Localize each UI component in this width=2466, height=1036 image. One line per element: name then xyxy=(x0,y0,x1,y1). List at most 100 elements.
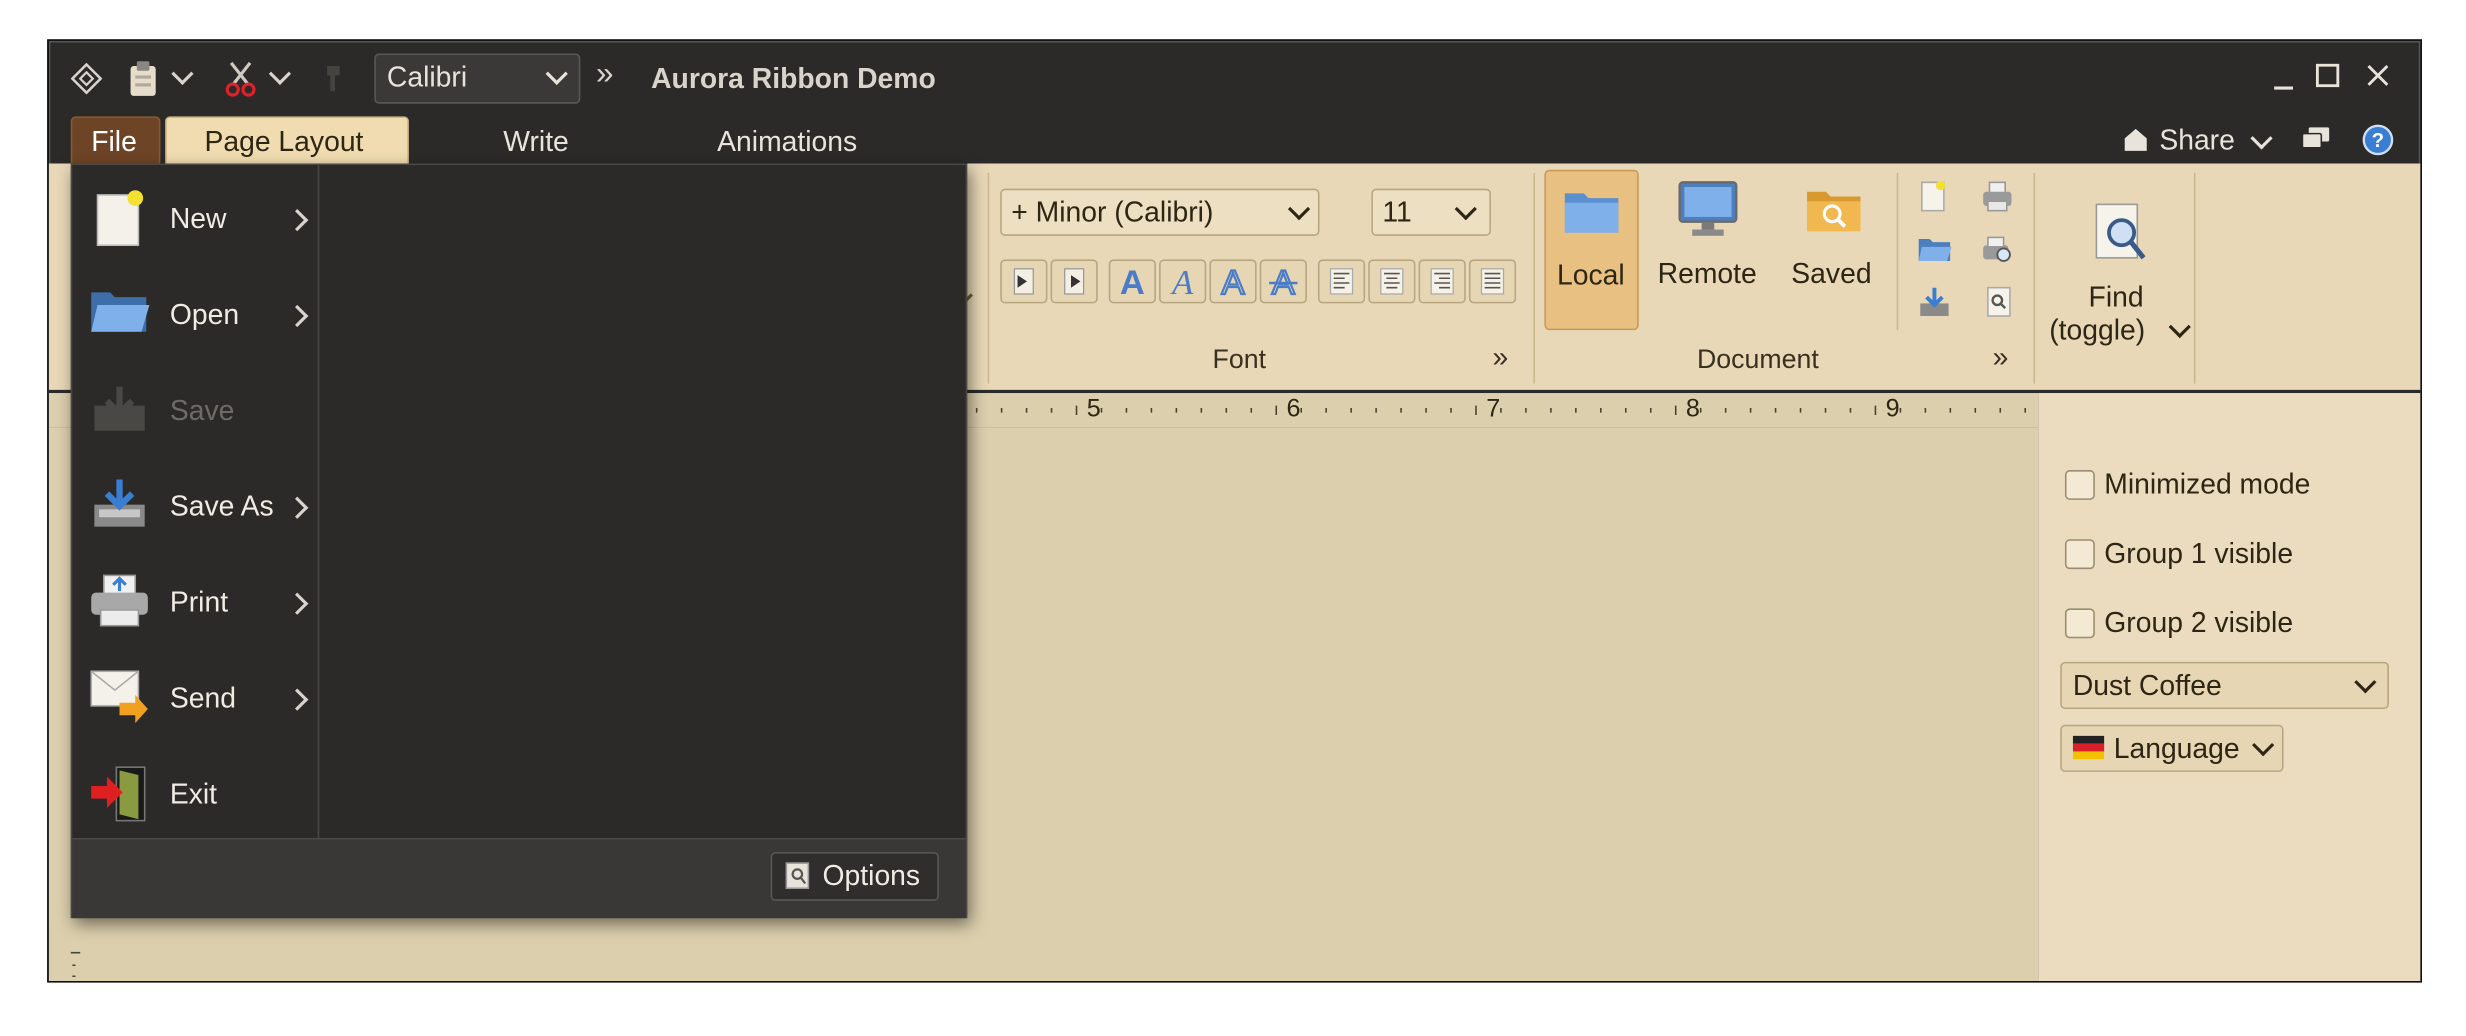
indent-right-button[interactable] xyxy=(1050,259,1098,304)
language-select-label: Language xyxy=(2113,732,2240,765)
saved-button[interactable]: Saved xyxy=(1779,170,1889,327)
minimized-mode-checkbox[interactable] xyxy=(2064,470,2095,500)
find-toggle-button[interactable]: Find (toggle) xyxy=(2043,195,2197,358)
cut-icon[interactable] xyxy=(225,60,256,98)
align-center-icon xyxy=(1380,268,1404,295)
exit-door-icon xyxy=(91,766,146,822)
tab-write[interactable]: Write xyxy=(503,126,569,159)
menu-item-open[interactable]: Open xyxy=(72,266,317,362)
menu-item-new-label: New xyxy=(169,202,227,235)
group-separator xyxy=(1896,172,1899,331)
document-group-launcher[interactable]: » xyxy=(1993,341,2009,374)
chevron-down-icon xyxy=(1287,197,1311,221)
find-page-icon[interactable] xyxy=(1983,285,2014,320)
group1-visible-checkbox[interactable] xyxy=(2064,539,2095,570)
align-left-button[interactable] xyxy=(1317,259,1366,304)
monitor-icon xyxy=(1678,181,1738,236)
svg-text:A: A xyxy=(1120,264,1145,302)
app-menu-icon[interactable] xyxy=(70,62,103,95)
group2-visible-checkbox[interactable] xyxy=(2064,608,2095,639)
options-button[interactable]: Options xyxy=(770,852,939,901)
font-combo[interactable]: Calibri xyxy=(374,53,581,104)
saved-label: Saved xyxy=(1791,257,1872,290)
folder-icon xyxy=(1564,193,1619,233)
menu-item-save-as[interactable]: Save As xyxy=(72,457,317,553)
font-family-combo[interactable]: + Minor (Calibri) xyxy=(1000,188,1320,236)
text-style-button-3[interactable]: A xyxy=(1209,259,1257,304)
local-button[interactable]: Local xyxy=(1544,169,1639,331)
text-style-button-1[interactable]: A xyxy=(1108,259,1156,304)
window-title: Aurora Ribbon Demo xyxy=(651,62,936,95)
printer-icon xyxy=(91,574,148,627)
chevron-right-icon xyxy=(286,304,309,328)
local-label: Local xyxy=(1556,259,1625,291)
find-label-line1: Find xyxy=(2088,281,2144,313)
save-download-icon[interactable] xyxy=(1917,285,1952,320)
minimize-button[interactable] xyxy=(2271,60,2296,95)
align-right-button[interactable] xyxy=(1418,259,1466,304)
chevron-right-icon xyxy=(286,688,309,711)
justify-button[interactable] xyxy=(1468,259,1517,304)
toolbar-overflow-button[interactable]: » xyxy=(596,57,613,93)
indent-left-button[interactable] xyxy=(1000,259,1048,304)
align-center-button[interactable] xyxy=(1368,259,1416,304)
skin-select-value: Dust Coffee xyxy=(2072,669,2222,702)
svg-text:A: A xyxy=(1221,264,1244,302)
chevron-down-icon xyxy=(2168,315,2191,339)
remote-button[interactable]: Remote xyxy=(1653,170,1763,327)
format-painter-icon xyxy=(322,63,347,94)
menu-item-exit-label: Exit xyxy=(169,778,218,810)
chevron-right-icon xyxy=(286,208,309,232)
printer-icon[interactable] xyxy=(1980,179,2015,214)
comments-icon[interactable] xyxy=(2301,126,2332,154)
indent-left-icon xyxy=(1013,268,1034,295)
menu-item-open-label: Open xyxy=(169,298,240,331)
menu-item-save-as-label: Save As xyxy=(169,490,274,522)
save-icon xyxy=(94,386,145,431)
saved-search-folder-icon xyxy=(1807,191,1861,232)
open-folder-icon[interactable] xyxy=(1917,233,1952,264)
open-folder-icon xyxy=(91,292,150,332)
text-outline-a-icon: A xyxy=(1220,263,1245,303)
text-style-button-2[interactable]: A xyxy=(1159,259,1207,304)
chevron-right-icon xyxy=(286,592,309,615)
tab-page-layout[interactable]: Page Layout xyxy=(165,116,409,167)
menu-item-print[interactable]: Print xyxy=(72,553,317,649)
maximize-button[interactable] xyxy=(2315,63,2340,88)
group-separator xyxy=(987,172,990,384)
text-strike-a-icon: A xyxy=(1269,263,1298,303)
skin-select[interactable]: Dust Coffee xyxy=(2060,661,2389,710)
ruler-mark-8: 8 xyxy=(1685,396,1700,423)
font-group-launcher[interactable]: » xyxy=(1492,341,1508,374)
share-button[interactable]: Share xyxy=(2118,123,2273,161)
flag-icon xyxy=(2072,735,2105,760)
menu-item-save[interactable]: Save xyxy=(72,362,317,458)
document-group-label: Document xyxy=(1696,344,1819,375)
font-combo-value: Calibri xyxy=(386,61,468,93)
paste-icon[interactable] xyxy=(127,60,158,98)
tab-file-label: File xyxy=(91,125,137,158)
print-preview-icon[interactable] xyxy=(1980,233,2015,268)
find-icon xyxy=(2095,203,2146,260)
help-icon[interactable]: ? xyxy=(2362,124,2394,156)
group-separator xyxy=(2033,172,2036,384)
text-style-button-4[interactable]: A xyxy=(1259,259,1307,304)
new-document-icon[interactable] xyxy=(1917,179,1948,214)
cut-dropdown-icon[interactable] xyxy=(268,62,292,86)
paste-dropdown-icon[interactable] xyxy=(171,62,194,86)
menu-item-exit[interactable]: Exit xyxy=(72,745,317,841)
tab-file[interactable]: File xyxy=(70,116,161,167)
close-button[interactable] xyxy=(2365,63,2390,88)
menu-item-new[interactable]: New xyxy=(72,170,317,266)
font-size-combo[interactable]: 11 xyxy=(1371,188,1491,236)
svg-text:A: A xyxy=(1170,264,1194,302)
remote-label: Remote xyxy=(1657,257,1757,290)
ruler-mark-5: 5 xyxy=(1086,396,1101,423)
chevron-down-icon xyxy=(2354,671,2377,694)
language-select[interactable]: Language xyxy=(2060,724,2284,772)
menu-item-send[interactable]: Send xyxy=(72,649,317,745)
tab-animations[interactable]: Animations xyxy=(717,126,857,159)
options-panel: Minimized mode Group 1 visible Group 2 v… xyxy=(2038,393,2421,981)
indent-right-icon xyxy=(1064,268,1085,295)
share-icon xyxy=(2124,128,2147,151)
